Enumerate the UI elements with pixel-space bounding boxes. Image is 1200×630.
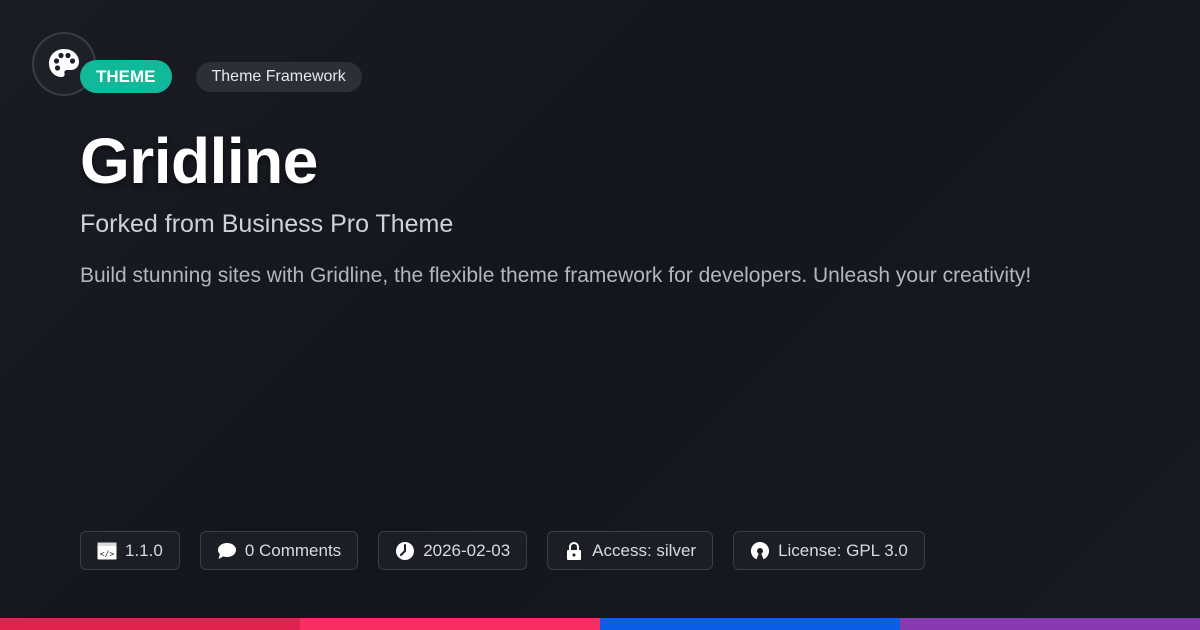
stripe-2 [300, 618, 600, 630]
code-window-icon: </> [97, 541, 117, 561]
page-title: Gridline [80, 125, 318, 197]
comments-badge[interactable]: 0 Comments [199, 531, 359, 570]
meta-list: </> 1.1.0 0 Comments 2026-02-03 Access: … [80, 531, 925, 570]
version-text: 1.1.0 [125, 540, 163, 560]
tag-list: THEME Theme Framework [80, 60, 362, 93]
lock-icon [564, 541, 584, 561]
social-card: THEME Theme Framework Gridline Forked fr… [0, 0, 1200, 630]
access-text: Access: silver [592, 540, 697, 560]
speech-bubble-icon [217, 541, 237, 561]
svg-text:</>: </> [100, 549, 115, 558]
stripe-4 [900, 618, 1200, 630]
subtitle: Forked from Business Pro Theme [80, 210, 454, 238]
open-source-icon [750, 541, 770, 561]
type-tag[interactable]: Theme Framework [195, 61, 362, 92]
license-badge: License: GPL 3.0 [733, 531, 925, 570]
access-badge: Access: silver [547, 531, 714, 570]
category-tag[interactable]: THEME [80, 60, 172, 93]
color-stripe-bar [0, 618, 1200, 630]
version-badge: </> 1.1.0 [80, 531, 180, 570]
license-text: License: GPL 3.0 [778, 540, 908, 560]
clock-icon [395, 541, 415, 561]
comments-text: 0 Comments [244, 540, 342, 560]
stripe-1 [0, 618, 300, 630]
description: Build stunning sites with Gridline, the … [80, 264, 1032, 287]
stripe-3 [600, 618, 900, 630]
palette-icon [49, 49, 79, 77]
date-text: 2026-02-03 [423, 540, 511, 560]
date-badge: 2026-02-03 [378, 531, 528, 570]
